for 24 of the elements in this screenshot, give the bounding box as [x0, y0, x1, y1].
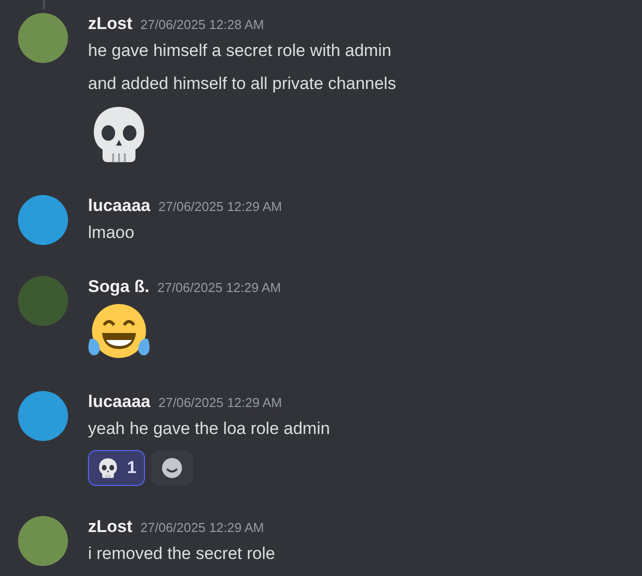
avatar[interactable]: [18, 13, 68, 63]
skull-icon: [97, 457, 119, 479]
username[interactable]: lucaaaa: [88, 195, 150, 217]
add-reaction-button[interactable]: [151, 450, 194, 486]
avatar[interactable]: [18, 391, 68, 441]
username[interactable]: Soga ß.: [88, 276, 150, 298]
username[interactable]: lucaaaa: [88, 391, 150, 413]
username[interactable]: zLost: [88, 516, 132, 538]
message-text: i removed the secret role: [88, 543, 276, 565]
timestamp: 27/06/2025 12:29 AM: [158, 394, 282, 412]
timestamp: 27/06/2025 12:29 AM: [157, 279, 282, 297]
timestamp: 27/06/2025 12:29 AM: [140, 519, 264, 537]
avatar[interactable]: [18, 516, 68, 566]
username[interactable]: zLost: [88, 13, 132, 35]
laughing-emoji-icon: [88, 303, 150, 361]
avatar[interactable]: [18, 195, 68, 245]
message-text: and added himself to all private channels: [88, 73, 396, 95]
smiley-icon: [161, 457, 184, 479]
message-text: he gave himself a secret role with admin: [88, 40, 392, 62]
timestamp: 27/06/2025 12:29 AM: [158, 198, 282, 216]
timestamp: 27/06/2025 12:28 AM: [140, 16, 264, 34]
message-text: yeah he gave the loa role admin: [88, 418, 330, 440]
reaction-button[interactable]: 1: [88, 450, 146, 486]
message-text: lmaoo: [88, 222, 136, 244]
